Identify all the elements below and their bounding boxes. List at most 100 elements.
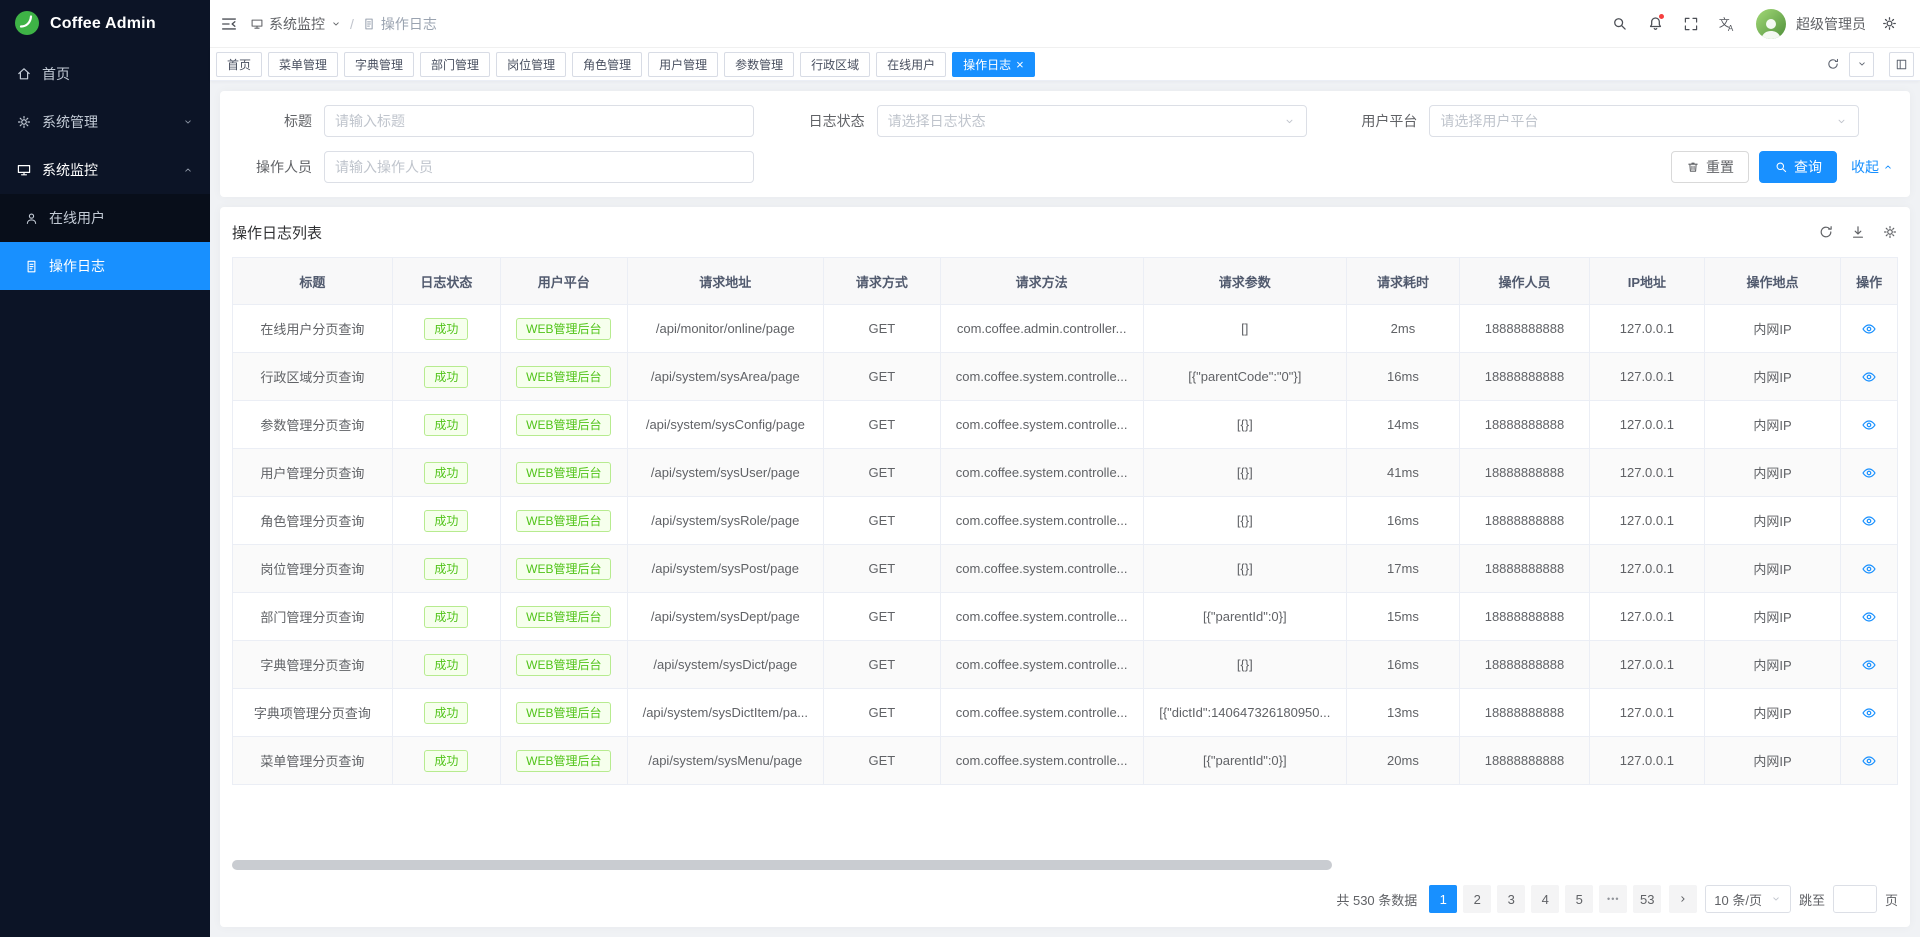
operator-filter-input[interactable]	[324, 151, 754, 183]
view-detail-button[interactable]	[1861, 705, 1877, 721]
sidebar-item[interactable]: 首页	[0, 50, 210, 98]
app-logo[interactable]: Coffee Admin	[0, 0, 210, 48]
platform-filter-select[interactable]: 请选择用户平台	[1429, 105, 1859, 137]
page-button[interactable]: 3	[1497, 885, 1525, 913]
page-button[interactable]: 4	[1531, 885, 1559, 913]
table-cell: [{}]	[1143, 497, 1346, 545]
table-cell: 127.0.0.1	[1589, 353, 1704, 401]
title-filter-input[interactable]	[324, 105, 754, 137]
tab-active[interactable]: 操作日志×	[952, 52, 1035, 77]
column-settings-icon[interactable]	[1882, 224, 1898, 240]
breadcrumb-item-current: 操作日志	[362, 14, 437, 34]
tab-item[interactable]: 首页	[216, 52, 262, 77]
status-tag: 成功	[424, 750, 468, 772]
tab-item[interactable]: 行政区域	[800, 52, 870, 77]
table-cell: [{"parentId":0}]	[1143, 593, 1346, 641]
next-page-button[interactable]	[1669, 885, 1697, 913]
view-detail-button[interactable]	[1861, 609, 1877, 625]
tab-label: 在线用户	[887, 56, 935, 73]
tab-item[interactable]: 参数管理	[724, 52, 794, 77]
sidebar-menu: 首页系统管理系统监控在线用户操作日志	[0, 48, 210, 937]
breadcrumb-item-monitor[interactable]: 系统监控	[250, 14, 342, 34]
jump-page-input[interactable]	[1833, 885, 1877, 913]
sidebar-item-label: 操作日志	[49, 256, 194, 276]
pagination: 共 530 条数据 12345•••53 10 条/页 跳至 页	[232, 875, 1898, 927]
status-filter-select[interactable]: 请选择日志状态	[877, 105, 1307, 137]
tab-item[interactable]: 岗位管理	[496, 52, 566, 77]
collapse-link[interactable]: 收起	[1851, 157, 1894, 177]
sidebar-item[interactable]: 系统管理	[0, 98, 210, 146]
menu-collapse-icon[interactable]	[210, 0, 248, 48]
refresh-tabs-icon[interactable]	[1826, 57, 1840, 71]
table-cell: GET	[824, 497, 941, 545]
translate-icon[interactable]: 文A	[1710, 0, 1744, 48]
log-status-cell: 成功	[392, 449, 500, 497]
fullscreen-icon[interactable]	[1674, 0, 1708, 48]
table-cell: 18888888888	[1460, 689, 1590, 737]
notification-bell-icon[interactable]	[1638, 0, 1672, 48]
column-header: 请求方式	[824, 258, 941, 305]
table-cell: 18888888888	[1460, 737, 1590, 785]
table-cell: 内网IP	[1704, 737, 1841, 785]
layout-settings-icon[interactable]	[1889, 52, 1914, 77]
tab-item[interactable]: 在线用户	[876, 52, 946, 77]
table-cell: 在线用户分页查询	[233, 305, 393, 353]
tab-item[interactable]: 菜单管理	[268, 52, 338, 77]
settings-gear-icon[interactable]	[1872, 0, 1906, 48]
page-button[interactable]: 1	[1429, 885, 1457, 913]
tab-actions-dropdown[interactable]	[1849, 52, 1874, 77]
gear-icon	[16, 114, 32, 130]
title-filter-label: 标题	[236, 111, 324, 131]
view-detail-button[interactable]	[1861, 513, 1877, 529]
page-button[interactable]: 2	[1463, 885, 1491, 913]
platform-cell: WEB管理后台	[501, 353, 628, 401]
page-button[interactable]: 53	[1633, 885, 1661, 913]
view-detail-button[interactable]	[1861, 369, 1877, 385]
view-detail-button[interactable]	[1861, 657, 1877, 673]
export-icon[interactable]	[1850, 224, 1866, 240]
tab-item[interactable]: 用户管理	[648, 52, 718, 77]
topbar-actions: 文A 超级管理员	[1602, 0, 1906, 48]
table-cell: GET	[824, 641, 941, 689]
page-button[interactable]: 5	[1565, 885, 1593, 913]
chevron-right-icon	[1677, 893, 1689, 905]
sidebar-item[interactable]: 系统监控	[0, 146, 210, 194]
platform-filter-placeholder: 请选择用户平台	[1440, 111, 1538, 131]
view-detail-button[interactable]	[1861, 753, 1877, 769]
sidebar-subitem[interactable]: 操作日志	[0, 242, 210, 290]
pager-ellipsis[interactable]: •••	[1599, 885, 1627, 913]
tab-item[interactable]: 角色管理	[572, 52, 642, 77]
scrollbar-thumb[interactable]	[232, 860, 1332, 870]
table-cell: GET	[824, 305, 941, 353]
platform-cell: WEB管理后台	[501, 593, 628, 641]
refresh-icon[interactable]	[1818, 224, 1834, 240]
tab-item[interactable]: 字典管理	[344, 52, 414, 77]
view-detail-button[interactable]	[1861, 417, 1877, 433]
table-row: 岗位管理分页查询成功WEB管理后台/api/system/sysPost/pag…	[233, 545, 1898, 593]
reset-button[interactable]: 重置	[1671, 151, 1749, 183]
platform-cell: WEB管理后台	[501, 545, 628, 593]
tab-item[interactable]: 部门管理	[420, 52, 490, 77]
view-detail-button[interactable]	[1861, 321, 1877, 337]
table-cell: 用户管理分页查询	[233, 449, 393, 497]
avatar[interactable]	[1756, 9, 1786, 39]
operation-log-table: 标题日志状态用户平台请求地址请求方式请求方法请求参数请求耗时操作人员IP地址操作…	[232, 257, 1898, 785]
table-header-row: 标题日志状态用户平台请求地址请求方式请求方法请求参数请求耗时操作人员IP地址操作…	[233, 258, 1898, 305]
search-icon[interactable]	[1602, 0, 1636, 48]
sidebar-subitem[interactable]: 在线用户	[0, 194, 210, 242]
view-detail-button[interactable]	[1861, 465, 1877, 481]
table-cell: 127.0.0.1	[1589, 545, 1704, 593]
chevron-down-icon	[1835, 115, 1848, 128]
filter-panel: 标题 日志状态 请选择日志状态 用户平台 请选择用户平台	[220, 91, 1910, 197]
status-filter-label: 日志状态	[789, 111, 877, 131]
tab-label: 字典管理	[355, 56, 403, 73]
search-button[interactable]: 查询	[1759, 151, 1837, 183]
close-icon[interactable]: ×	[1016, 58, 1024, 71]
total-count: 共 530 条数据	[1336, 890, 1417, 909]
logo-icon	[14, 10, 40, 39]
table-cell: /api/system/sysDict/page	[627, 641, 823, 689]
table-cell: 内网IP	[1704, 641, 1841, 689]
view-detail-button[interactable]	[1861, 561, 1877, 577]
page-size-select[interactable]: 10 条/页	[1705, 885, 1791, 913]
platform-tag: WEB管理后台	[516, 654, 611, 676]
